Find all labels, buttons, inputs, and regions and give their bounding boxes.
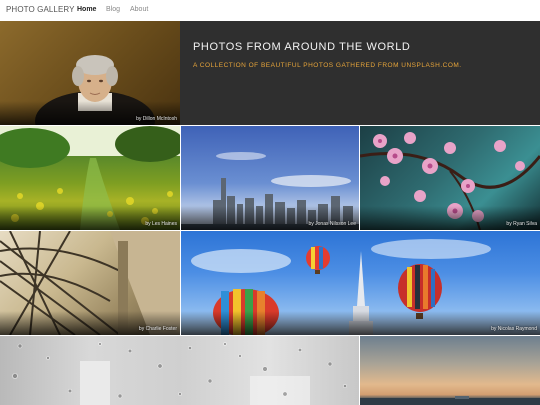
photo-credit: by Les Haines bbox=[145, 221, 177, 227]
sea-image bbox=[360, 396, 540, 405]
photo-tile-rain[interactable] bbox=[0, 336, 359, 405]
navbar: PHOTO GALLERY Home Blog About bbox=[0, 0, 540, 21]
nav-link-about[interactable]: About bbox=[130, 6, 148, 13]
photo-credit: by Nicolas Raymond bbox=[491, 326, 537, 332]
hero-banner: PHOTOS FROM AROUND THE WORLD A COLLECTIO… bbox=[180, 21, 540, 125]
photo-credit: by Charlie Foster bbox=[138, 326, 177, 332]
photo-tile-bridge[interactable]: by Charlie Foster bbox=[0, 231, 180, 335]
brand-logo[interactable]: PHOTO GALLERY bbox=[6, 5, 75, 14]
caption-shade bbox=[181, 311, 540, 335]
photo-credit: by Dillon McIntosh bbox=[136, 116, 177, 122]
photo-tile-portrait[interactable]: by Dillon McIntosh bbox=[0, 21, 180, 125]
photo-credit: by Ryan Silva bbox=[506, 221, 537, 227]
photo-tile-city[interactable]: by Jonas Nilsson Lee bbox=[181, 126, 359, 230]
photo-tile-blossom[interactable]: by Ryan Silva bbox=[360, 126, 540, 230]
photo-tile-sea[interactable] bbox=[360, 336, 540, 405]
photo-tile-meadow[interactable]: by Les Haines bbox=[0, 126, 180, 230]
page-subtitle: A COLLECTION OF BEAUTIFUL PHOTOS GATHERE… bbox=[193, 62, 462, 69]
page-title: PHOTOS FROM AROUND THE WORLD bbox=[193, 41, 411, 53]
rain-image bbox=[12, 342, 347, 405]
photo-tile-balloons[interactable]: by Nicolas Raymond bbox=[181, 231, 540, 335]
nav-link-blog[interactable]: Blog bbox=[106, 6, 120, 13]
nav-link-home[interactable]: Home bbox=[77, 6, 96, 13]
photo-credit: by Jonas Nilsson Lee bbox=[308, 221, 356, 227]
